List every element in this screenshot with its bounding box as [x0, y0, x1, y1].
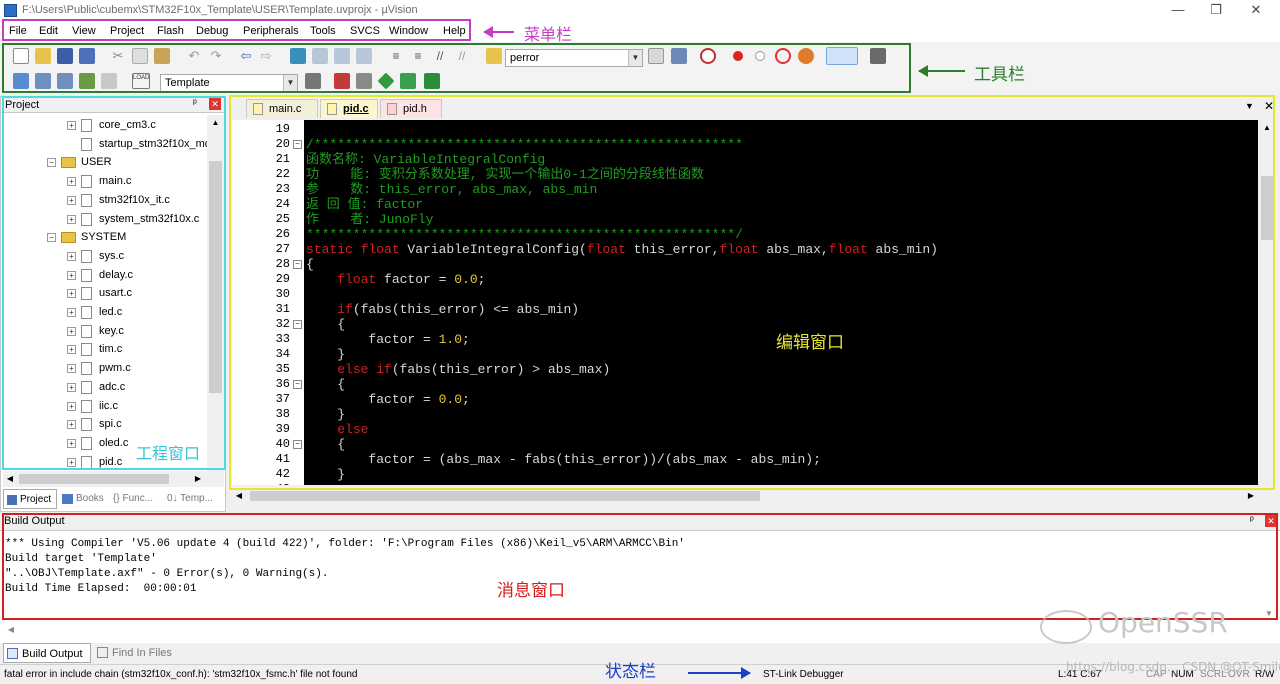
menubar-highlight-box	[2, 19, 471, 41]
editor-highlight-box	[229, 95, 1275, 490]
maximize-button[interactable]: ❐	[1196, 0, 1236, 22]
toolbar-arrow	[918, 65, 965, 77]
menubar-annotation: 菜单栏	[524, 25, 573, 44]
scroll-right-icon[interactable]: ▶	[191, 471, 205, 487]
tab-functions[interactable]: {} Func...	[113, 489, 163, 509]
menubar-arrow	[483, 26, 514, 38]
editor-annotation: 编辑窗口	[776, 333, 844, 353]
tab-books-label: Books	[76, 493, 104, 504]
status-arrow	[688, 672, 750, 674]
scroll-thumb[interactable]	[19, 474, 169, 484]
tab-find-in-files[interactable]: Find In Files	[94, 643, 174, 663]
status-debugger: ST-Link Debugger	[763, 669, 844, 680]
scroll-thumb[interactable]	[250, 491, 760, 501]
scroll-right-icon[interactable]: ▶	[1244, 488, 1258, 504]
status-message: fatal error in include chain (stm32f10x_…	[4, 669, 358, 680]
build-highlight-box	[2, 513, 1278, 620]
tab-templates-label: 0↓ Temp...	[167, 493, 213, 504]
uvision-window: F:\Users\Public\cubemx\STM32F10x_Templat…	[0, 0, 1280, 684]
tab-project[interactable]: Project	[3, 489, 57, 509]
scroll-left-icon[interactable]: ◀	[3, 471, 17, 487]
tab-project-label: Project	[20, 494, 52, 505]
books-tab-icon	[62, 494, 73, 504]
tab-books[interactable]: Books	[59, 489, 109, 509]
project-highlight-box	[2, 96, 226, 470]
scroll-left-icon[interactable]: ◀	[232, 488, 246, 504]
project-horizontal-scrollbar[interactable]: ◀ ▶	[3, 471, 207, 487]
close-button[interactable]: ✕	[1236, 0, 1276, 22]
minimize-button[interactable]: —	[1158, 0, 1198, 22]
tab-functions-label: {} Func...	[113, 493, 154, 504]
wechat-logo-icon	[1040, 610, 1092, 644]
toolbar-annotation: 工具栏	[974, 65, 1025, 85]
scroll-left-icon[interactable]: ◀	[4, 623, 18, 637]
build-output-tab-icon	[7, 648, 18, 659]
tab-build-output-label: Build Output	[22, 648, 83, 660]
messages-annotation: 消息窗口	[497, 581, 565, 601]
toolbar-highlight-box	[2, 43, 911, 93]
watermark-credit: https://blog.csdn... CSDN @QT-Smile	[1066, 660, 1280, 674]
tab-build-output[interactable]: Build Output	[3, 643, 91, 663]
editor-horizontal-scrollbar[interactable]: ◀ ▶	[232, 488, 1258, 504]
watermark-brand: OpenSSR	[1098, 606, 1228, 639]
app-icon	[4, 4, 17, 17]
project-tab-icon	[7, 495, 17, 505]
project-annotation: 工程窗口	[136, 444, 201, 463]
window-title: F:\Users\Public\cubemx\STM32F10x_Templat…	[22, 4, 418, 16]
tab-templates[interactable]: 0↓ Temp...	[167, 489, 223, 509]
status-annotation: 状态栏	[605, 662, 656, 682]
find-tab-icon	[97, 647, 108, 658]
tab-find-in-files-label: Find In Files	[112, 647, 172, 659]
